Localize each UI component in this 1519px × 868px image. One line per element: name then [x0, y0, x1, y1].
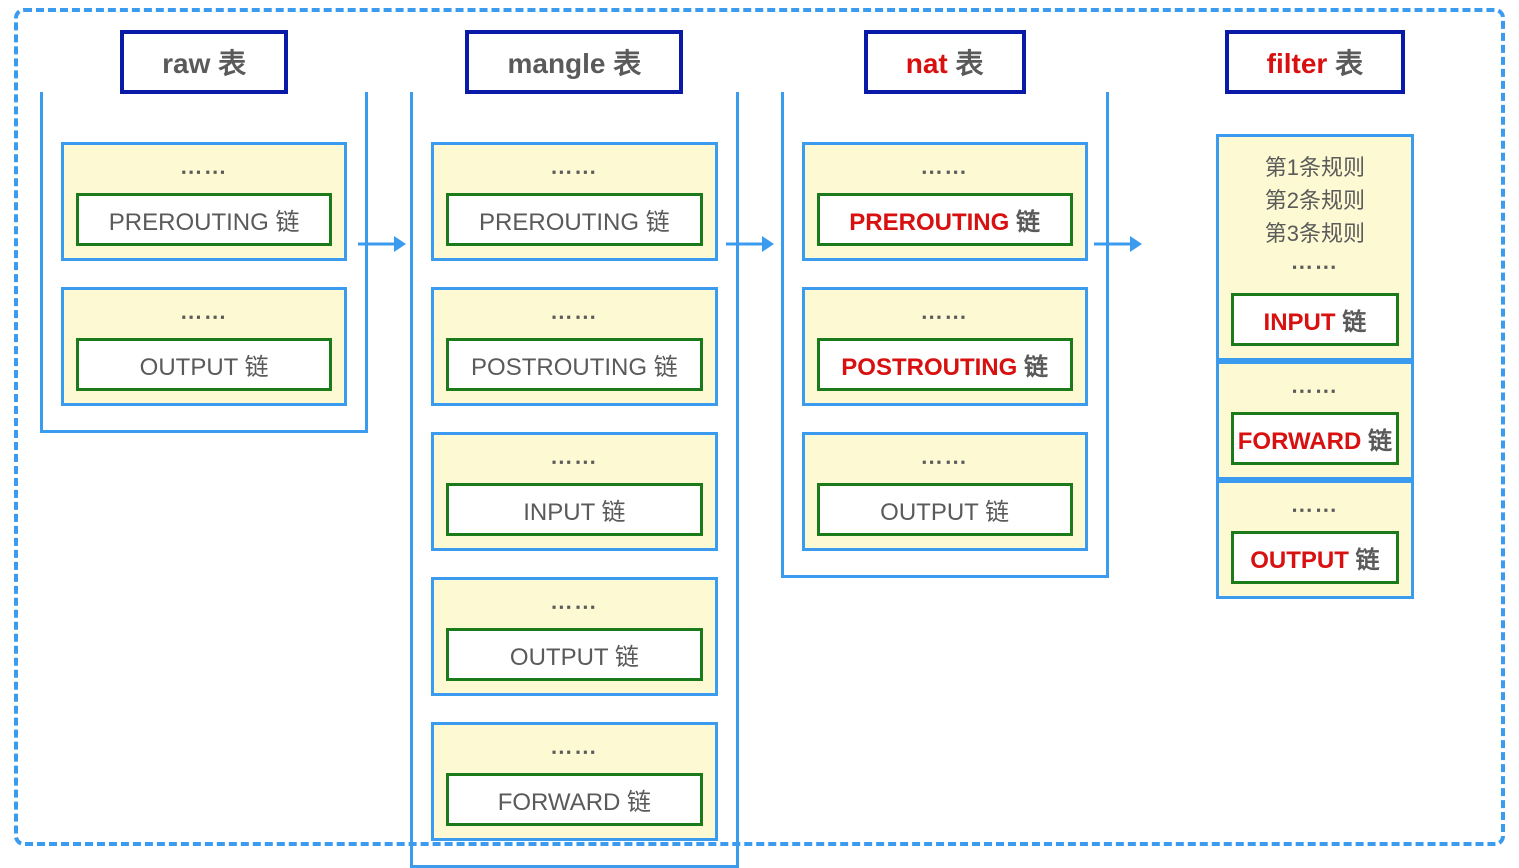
dots: ⋯⋯ [550, 159, 598, 185]
raw-chain-output: ⋯⋯ OUTPUT 链 [61, 287, 347, 406]
chain-label: OUTPUT 链 [76, 338, 332, 391]
chain-label: PREROUTING 链 [76, 193, 332, 246]
chain-label: POSTROUTING 链 [817, 338, 1073, 391]
chain-label: POSTROUTING 链 [446, 338, 702, 391]
nat-title: nat 表 [864, 30, 1026, 94]
dots: ⋯⋯ [1291, 497, 1339, 523]
nat-title-suffix: 表 [948, 48, 984, 79]
dots: ⋯⋯ [550, 739, 598, 765]
filter-body: 第1条规则 第2条规则 第3条规则 ⋯⋯ INPUT 链 ⋯⋯ FORWARD … [1216, 94, 1414, 599]
chain-label: PREROUTING 链 [817, 193, 1073, 246]
diagram-columns: raw 表 ⋯⋯ PREROUTING 链 ⋯⋯ OUTPUT 链 mangle… [40, 30, 1479, 868]
chain-label: FORWARD 链 [446, 773, 702, 826]
dots: ⋯⋯ [550, 449, 598, 475]
dots: ⋯⋯ [921, 304, 969, 330]
dots: ⋯⋯ [550, 594, 598, 620]
nat-body: ⋯⋯ PREROUTING 链 ⋯⋯ POSTROUTING 链 ⋯⋯ OUTP… [781, 92, 1109, 578]
nat-column: nat 表 ⋯⋯ PREROUTING 链 ⋯⋯ POSTROUTING 链 ⋯… [781, 30, 1109, 578]
filter-column: filter 表 第1条规则 第2条规则 第3条规则 ⋯⋯ INPUT 链 ⋯⋯… [1151, 30, 1479, 599]
nat-chain-postrouting: ⋯⋯ POSTROUTING 链 [802, 287, 1088, 406]
mangle-chain-prerouting: ⋯⋯ PREROUTING 链 [431, 142, 717, 261]
dots: ⋯⋯ [921, 159, 969, 185]
filter-chain-input: 第1条规则 第2条规则 第3条规则 ⋯⋯ INPUT 链 [1216, 134, 1414, 361]
dots: ⋯⋯ [550, 304, 598, 330]
dots: ⋯⋯ [180, 159, 228, 185]
mangle-chain-forward: ⋯⋯ FORWARD 链 [431, 722, 717, 841]
filter-chain-output: ⋯⋯ OUTPUT 链 [1216, 480, 1414, 599]
rules-list: 第1条规则 第2条规则 第3条规则 ⋯⋯ [1265, 151, 1365, 287]
raw-title: raw 表 [120, 30, 288, 94]
chain-label: OUTPUT 链 [1231, 531, 1399, 584]
mangle-chain-postrouting: ⋯⋯ POSTROUTING 链 [431, 287, 717, 406]
dots: ⋯⋯ [180, 304, 228, 330]
dots: ⋯⋯ [921, 449, 969, 475]
mangle-chain-output: ⋯⋯ OUTPUT 链 [431, 577, 717, 696]
nat-title-red: nat [906, 48, 948, 79]
chain-label: OUTPUT 链 [817, 483, 1073, 536]
filter-title: filter 表 [1225, 30, 1405, 94]
chain-label: INPUT 链 [1231, 293, 1399, 346]
dots: ⋯⋯ [1291, 378, 1339, 404]
filter-chain-forward: ⋯⋯ FORWARD 链 [1216, 361, 1414, 480]
chain-label: OUTPUT 链 [446, 628, 702, 681]
mangle-title: mangle 表 [465, 30, 683, 94]
raw-column: raw 表 ⋯⋯ PREROUTING 链 ⋯⋯ OUTPUT 链 [40, 30, 368, 433]
chain-label: INPUT 链 [446, 483, 702, 536]
raw-body: ⋯⋯ PREROUTING 链 ⋯⋯ OUTPUT 链 [40, 92, 368, 433]
mangle-chain-input: ⋯⋯ INPUT 链 [431, 432, 717, 551]
filter-title-suffix: 表 [1327, 48, 1363, 79]
raw-chain-prerouting: ⋯⋯ PREROUTING 链 [61, 142, 347, 261]
nat-chain-prerouting: ⋯⋯ PREROUTING 链 [802, 142, 1088, 261]
mangle-body: ⋯⋯ PREROUTING 链 ⋯⋯ POSTROUTING 链 ⋯⋯ INPU… [410, 92, 738, 868]
filter-title-red: filter [1267, 48, 1328, 79]
nat-chain-output: ⋯⋯ OUTPUT 链 [802, 432, 1088, 551]
chain-label: PREROUTING 链 [446, 193, 702, 246]
chain-label: FORWARD 链 [1231, 412, 1399, 465]
mangle-column: mangle 表 ⋯⋯ PREROUTING 链 ⋯⋯ POSTROUTING … [410, 30, 738, 868]
